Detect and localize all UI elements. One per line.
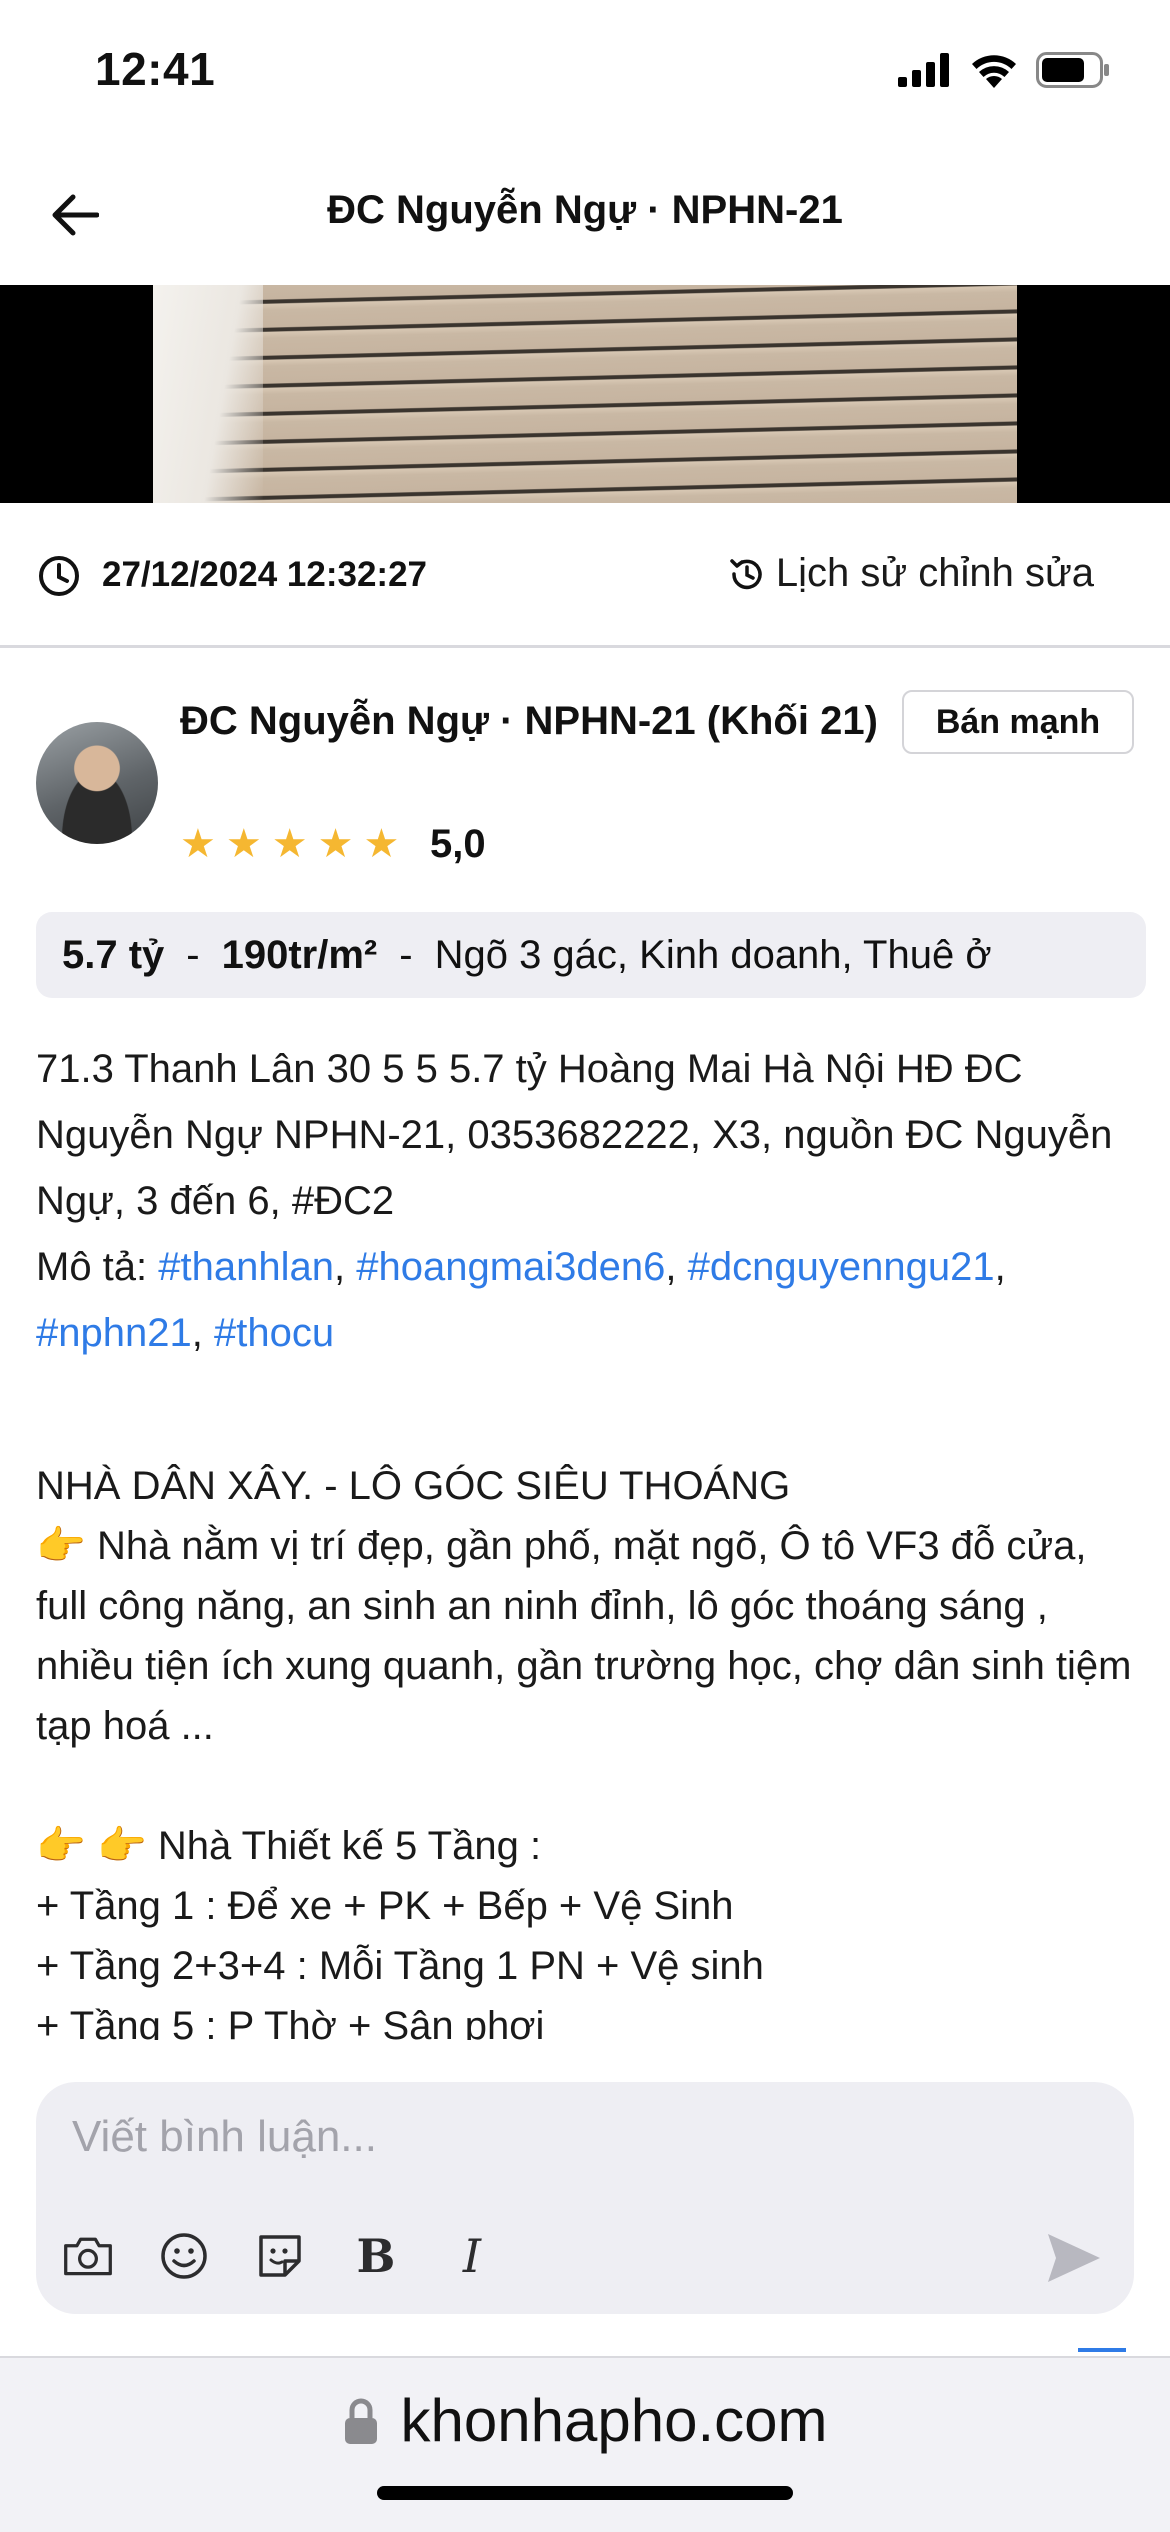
home-indicator	[377, 2486, 793, 2500]
meta-row: 27/12/2024 12:32:27 Lịch sử chỉnh sửa	[0, 503, 1170, 648]
star-icon: ★	[317, 822, 354, 866]
camera-button[interactable]	[62, 2230, 114, 2282]
pointing-hand-icon: 👉	[36, 1824, 86, 1868]
header: ĐC Nguyễn Ngự · NPHN-21	[0, 150, 1170, 285]
pointing-hand-icon: 👉	[96, 1824, 147, 1868]
post-date: 27/12/2024 12:32:27	[102, 555, 427, 594]
smiley-icon	[161, 2233, 207, 2279]
status-badge: Bán mạnh	[902, 690, 1134, 754]
page-title: ĐC Nguyễn Ngự · NPHN-21	[327, 188, 843, 232]
sticker-icon	[259, 2235, 301, 2277]
bold-button[interactable]: B	[350, 2229, 402, 2283]
star-icon: ★	[271, 822, 308, 866]
listing-headline: NHÀ DÂN XÂY. - LÔ GÓC SIÊU THOÁNG	[36, 1464, 791, 1508]
design-title: Nhà Thiết kế 5 Tầng :	[157, 1824, 542, 1868]
status-time: 12:41	[95, 43, 216, 95]
price-per-m2: 190tr/m²	[221, 933, 378, 977]
lock-icon	[344, 2398, 377, 2444]
price-separator: -	[399, 933, 413, 977]
emoji-button[interactable]	[158, 2230, 210, 2282]
hashtag-link[interactable]: #thanhlan	[158, 1245, 334, 1289]
bold-icon: B	[356, 2229, 396, 2283]
star-icon: ★	[225, 822, 262, 866]
rating-value: 5,0	[430, 822, 486, 866]
send-icon[interactable]	[1044, 2230, 1104, 2286]
comment-box[interactable]: Viết bình luận... B I	[36, 2082, 1134, 2314]
price-total: 5.7 tỷ	[62, 933, 165, 977]
hashtag-link[interactable]: #dcnguyenngu21	[688, 1245, 995, 1289]
star-icon: ★	[363, 822, 400, 866]
hashtag-link[interactable]: #hoangmai3den6	[356, 1245, 665, 1289]
hashtag-link[interactable]: #nphn21	[36, 1311, 192, 1355]
wifi-icon	[972, 55, 1016, 88]
status-bar: 12:41	[0, 0, 1170, 150]
scroll-indicator	[1078, 2348, 1126, 2352]
signal-icon	[898, 53, 949, 87]
pointing-hand-icon: 👉	[36, 1524, 86, 1568]
description-label: Mô tả:	[36, 1245, 148, 1289]
description-tags-line: Mô tả: #thanhlan, #hoangmai3den6, #dcngu…	[36, 1245, 1006, 1355]
listing-image-banner[interactable]	[0, 285, 1170, 503]
listing-details: NHÀ DÂN XÂY. - LÔ GÓC SIÊU THOÁNG 👉 Nhà …	[36, 1456, 1146, 2040]
history-icon	[730, 558, 762, 589]
url-domain: khonhapho.com	[400, 2387, 828, 2454]
comment-input[interactable]: Viết bình luận...	[72, 2112, 377, 2162]
listing-intro-text: Nhà nằm vị trí đẹp, gần phố, mặt ngõ, Ô …	[36, 1524, 1132, 1748]
listing-photo	[153, 285, 1017, 503]
floor-line: + Tầng 2+3+4 : Mỗi Tầng 1 PN + Vệ sinh	[36, 1944, 764, 1988]
listing-intro: 👉 Nhà nằm vị trí đẹp, gần phố, mặt ngõ, …	[36, 1516, 1146, 1756]
scroll-area[interactable]: 12:41 ĐC Nguyễn Ngự · NPHN-21 27/12/2024…	[0, 0, 1170, 2040]
url-display[interactable]: khonhapho.com	[0, 2386, 1170, 2455]
description: 71.3 Thanh Lân 30 5 5 5.7 tỷ Hoàng Mai H…	[36, 1036, 1146, 1366]
description-text: 71.3 Thanh Lân 30 5 5 5.7 tỷ Hoàng Mai H…	[36, 1047, 1113, 1223]
edit-history-link[interactable]: Lịch sử chỉnh sửa	[726, 551, 1094, 596]
battery-icon	[1036, 52, 1109, 88]
design-title-line: 👉 👉 Nhà Thiết kế 5 Tầng :	[36, 1816, 1146, 1876]
author-avatar[interactable]	[36, 722, 158, 844]
browser-url-bar[interactable]: khonhapho.com	[0, 2356, 1170, 2532]
camera-icon	[64, 2237, 112, 2276]
clock-icon	[39, 556, 79, 596]
hashtag-link[interactable]: #thocu	[214, 1311, 334, 1355]
price-tags: Ngõ 3 gác, Kinh doanh, Thuê ở	[434, 933, 992, 977]
status-icons	[898, 52, 1110, 88]
floor-line: + Tầng 5 : P Thờ + Sân phơi	[36, 2004, 545, 2040]
edit-history-label: Lịch sử chỉnh sửa	[775, 551, 1094, 595]
italic-icon: I	[462, 2229, 482, 2283]
author-name[interactable]: ĐC Nguyễn Ngự · NPHN-21 (Khối 21)	[180, 688, 880, 754]
comment-toolbar: B I	[62, 2229, 498, 2283]
rating-stars: ★ ★ ★ ★ ★	[180, 822, 399, 866]
price-summary: 5.7 tỷ -190tr/m² - Ngõ 3 gác, Kinh doanh, T…	[36, 912, 1146, 998]
star-icon: ★	[180, 822, 216, 866]
price-separator: -	[186, 933, 200, 977]
floor-line: + Tầng 1 : Để xe + PK + Bếp + Vệ Sinh	[36, 1884, 734, 1928]
sticker-button[interactable]	[254, 2230, 306, 2282]
italic-button[interactable]: I	[446, 2229, 498, 2283]
